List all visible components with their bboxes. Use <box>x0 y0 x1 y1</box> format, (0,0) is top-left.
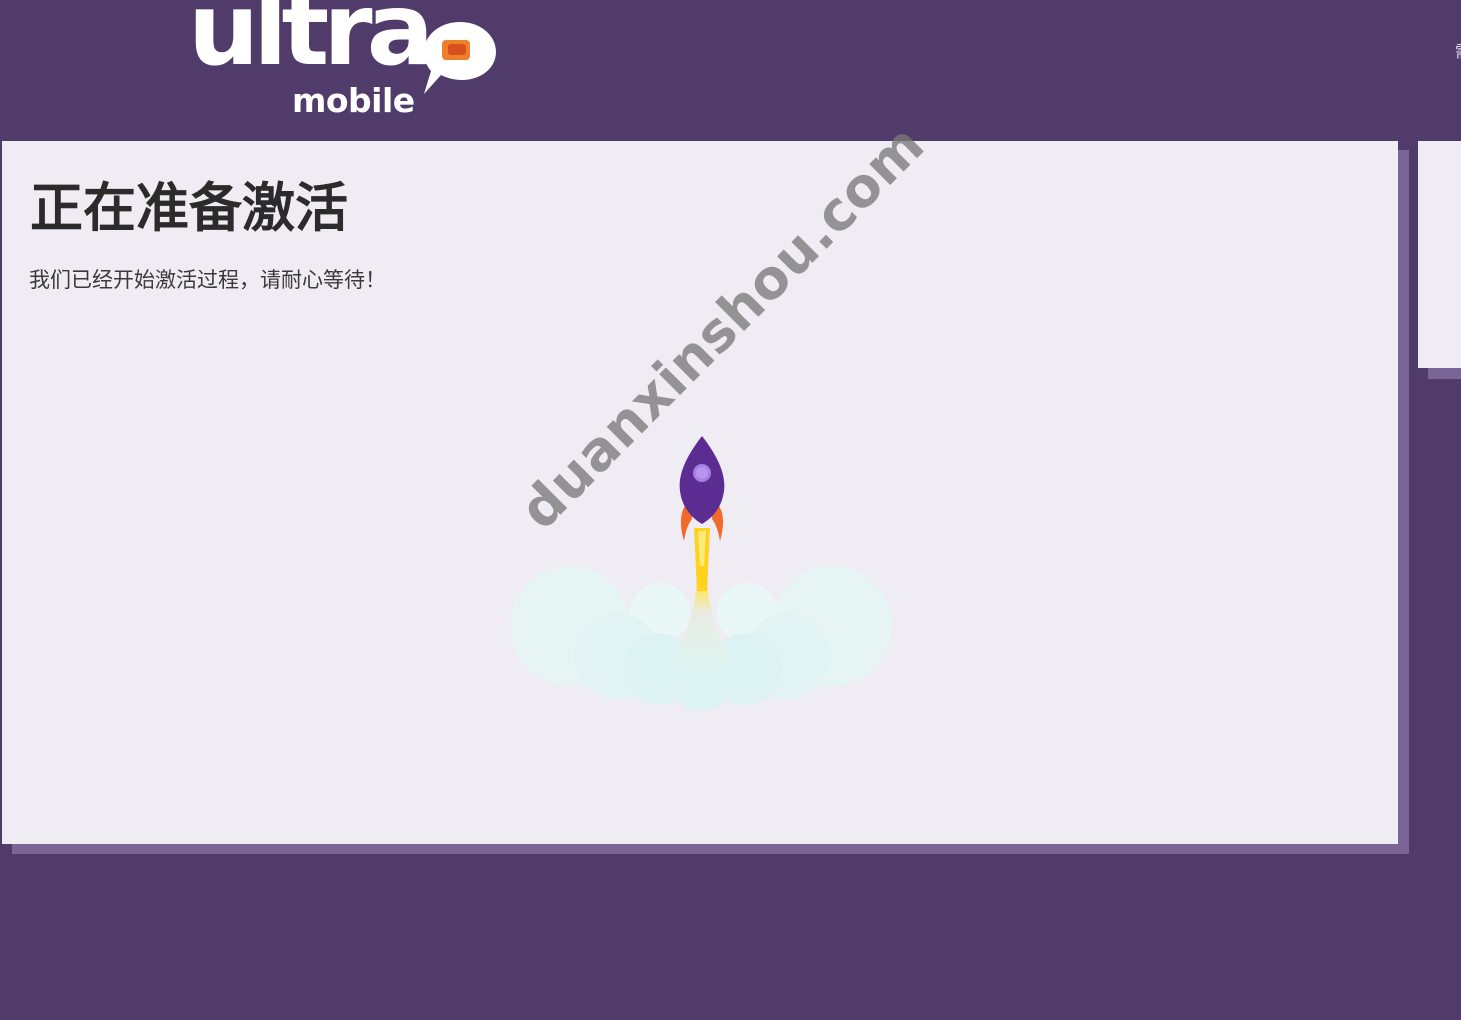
activation-card: 正在准备激活 我们已经开始激活过程，请耐心等待！ <box>2 141 1398 844</box>
chat-bubble-icon <box>424 22 496 94</box>
header-edge-text[interactable]: 需 <box>1455 42 1461 62</box>
logo-wordmark: ultra <box>188 0 434 88</box>
logo-subtitle: mobile <box>292 81 415 120</box>
status-message: 我们已经开始激活过程，请耐心等待！ <box>29 268 386 292</box>
ultra-mobile-logo[interactable]: ultra mobile <box>188 0 508 130</box>
rocket-launch-icon <box>510 436 892 711</box>
side-card <box>1418 141 1461 368</box>
rocket <box>679 436 725 591</box>
page-title: 正在准备激活 <box>30 178 348 239</box>
